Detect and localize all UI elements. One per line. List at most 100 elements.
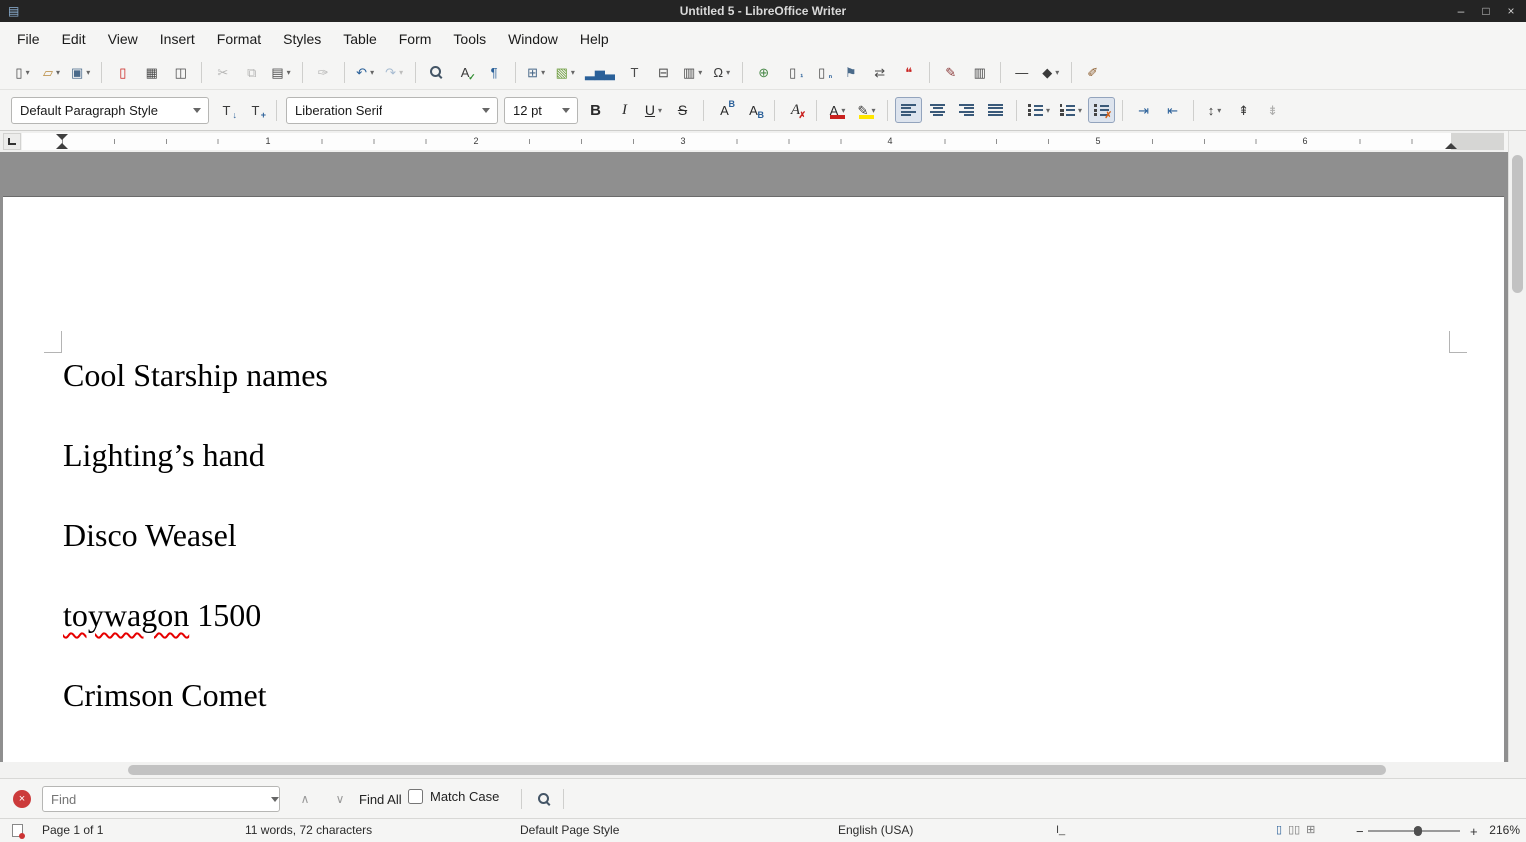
paragraph[interactable]: Lighting’s hand [63, 433, 1464, 478]
new-document-button[interactable]: ▯ [9, 59, 36, 85]
clear-formatting-button[interactable]: A✗ [782, 97, 809, 123]
font-size-combo[interactable]: 12 pt [504, 97, 578, 124]
new-style-button[interactable]: T+ [242, 97, 269, 123]
italic-button[interactable]: I [611, 97, 638, 123]
superscript-button[interactable]: AB [711, 97, 738, 123]
insert-endnote-button[interactable]: ▯ⁿ [808, 59, 835, 85]
horizontal-scrollbar[interactable] [0, 762, 1508, 778]
minimize-button[interactable]: – [1454, 4, 1468, 18]
chevron-down-icon[interactable] [562, 108, 570, 113]
close-button[interactable]: × [1504, 4, 1518, 18]
strikethrough-button[interactable]: S [669, 97, 696, 123]
bold-button[interactable]: B [582, 97, 609, 123]
vertical-scrollbar[interactable] [1508, 131, 1526, 762]
basic-shapes-button[interactable]: ◆ [1037, 59, 1064, 85]
decrease-paragraph-spacing-button[interactable]: ⇟ [1259, 97, 1286, 123]
ordered-list-button[interactable] [1056, 97, 1086, 123]
zoom-out-button[interactable]: − [1350, 819, 1364, 842]
clone-formatting-button[interactable]: ✑ [310, 59, 337, 85]
undo-button[interactable]: ↶ [352, 59, 379, 85]
menu-table[interactable]: Table [332, 25, 387, 53]
find-replace-button[interactable] [423, 59, 450, 85]
find-previous-button[interactable]: ∧ [290, 788, 320, 810]
insert-hyperlink-button[interactable]: ⊕ [750, 59, 777, 85]
copy-button[interactable]: ⧉ [238, 59, 265, 85]
menu-insert[interactable]: Insert [149, 25, 206, 53]
paragraph[interactable]: toywagon 1500 [63, 593, 1464, 638]
line-spacing-button[interactable]: ↕ [1201, 97, 1228, 123]
book-view-button[interactable]: ⊞ [1306, 819, 1315, 842]
increase-paragraph-spacing-button[interactable]: ⇞ [1230, 97, 1257, 123]
menu-window[interactable]: Window [497, 25, 569, 53]
chevron-down-icon[interactable] [193, 108, 201, 113]
update-style-button[interactable]: T↓ [213, 97, 240, 123]
font-color-button[interactable]: A [824, 97, 851, 123]
increase-indent-button[interactable]: ⇥ [1130, 97, 1157, 123]
formatting-marks-button[interactable]: ¶ [481, 59, 508, 85]
document-text[interactable]: Cool Starship namesLighting’s handDisco … [63, 353, 1464, 753]
horizontal-scrollbar-thumb[interactable] [128, 765, 1386, 775]
insert-field-button[interactable]: ▥ [679, 59, 706, 85]
highlight-color-button[interactable]: ✎ [853, 97, 880, 123]
menu-format[interactable]: Format [206, 25, 272, 53]
export-pdf-button[interactable]: ▯ [109, 59, 136, 85]
show-track-changes-button[interactable]: ▥ [966, 59, 993, 85]
insert-comment-button[interactable]: ❝ [895, 59, 922, 85]
find-and-replace-button[interactable] [531, 787, 557, 811]
insert-bookmark-button[interactable]: ⚑ [837, 59, 864, 85]
insert-mode-indicator[interactable]: I_ [1056, 819, 1065, 842]
redo-button[interactable]: ↷ [381, 59, 408, 85]
insert-textbox-button[interactable]: T [621, 59, 648, 85]
zoom-slider-thumb[interactable] [1414, 826, 1422, 836]
right-indent-marker[interactable] [1445, 142, 1457, 149]
zoom-in-button[interactable]: + [1464, 819, 1478, 842]
paste-button[interactable]: ▤ [267, 59, 294, 85]
menu-view[interactable]: View [97, 25, 149, 53]
underline-button[interactable]: U [640, 97, 667, 123]
menu-styles[interactable]: Styles [272, 25, 332, 53]
vertical-scrollbar-thumb[interactable] [1512, 155, 1523, 293]
justify-button[interactable] [982, 97, 1009, 123]
no-list-button[interactable]: ✗ [1088, 97, 1115, 123]
align-center-button[interactable] [924, 97, 951, 123]
close-find-bar-button[interactable]: × [13, 790, 31, 808]
save-button[interactable]: ▣ [67, 59, 94, 85]
zoom-slider[interactable] [1368, 830, 1460, 832]
left-indent-marker[interactable] [56, 134, 68, 149]
subscript-button[interactable]: AB [740, 97, 767, 123]
insert-cross-reference-button[interactable]: ⇄ [866, 59, 893, 85]
draw-functions-button[interactable]: ✐ [1079, 59, 1106, 85]
insert-line-button[interactable]: — [1008, 59, 1035, 85]
insert-footnote-button[interactable]: ▯¹ [779, 59, 806, 85]
find-next-button[interactable]: ∨ [325, 788, 355, 810]
restore-button[interactable]: □ [1479, 4, 1493, 18]
unordered-list-button[interactable] [1024, 97, 1054, 123]
word-count-status[interactable]: 11 words, 72 characters [245, 819, 372, 842]
match-case-checkbox[interactable] [408, 789, 423, 804]
zoom-level[interactable]: 216% [1482, 819, 1520, 842]
menu-form[interactable]: Form [388, 25, 443, 53]
paragraph-style-combo[interactable]: Default Paragraph Style [11, 97, 209, 124]
find-all-button[interactable]: Find All [355, 787, 406, 811]
special-character-button[interactable]: Ω [708, 59, 735, 85]
open-button[interactable]: ▱ [38, 59, 65, 85]
insert-table-button[interactable]: ⊞ [523, 59, 550, 85]
chevron-down-icon[interactable] [271, 797, 279, 802]
print-preview-button[interactable]: ◫ [167, 59, 194, 85]
single-page-view-button[interactable]: ▯ [1276, 819, 1282, 842]
find-input[interactable] [43, 792, 263, 807]
decrease-indent-button[interactable]: ⇤ [1159, 97, 1186, 123]
language-status[interactable]: English (USA) [838, 819, 913, 842]
page[interactable]: Cool Starship namesLighting’s handDisco … [3, 196, 1504, 762]
menu-file[interactable]: File [6, 25, 51, 53]
track-changes-button[interactable]: ✎ [937, 59, 964, 85]
insert-chart-button[interactable]: ▂▅▃ [581, 59, 619, 85]
insert-pagebreak-button[interactable]: ⊟ [650, 59, 677, 85]
horizontal-ruler[interactable]: 1 2 3 4 5 6 [22, 133, 1504, 150]
align-right-button[interactable] [953, 97, 980, 123]
tab-stop-selector[interactable] [3, 133, 21, 150]
chevron-down-icon[interactable] [482, 108, 490, 113]
font-name-combo[interactable]: Liberation Serif [286, 97, 498, 124]
menu-tools[interactable]: Tools [442, 25, 497, 53]
ruler[interactable]: 1 2 3 4 5 6 [0, 131, 1504, 152]
